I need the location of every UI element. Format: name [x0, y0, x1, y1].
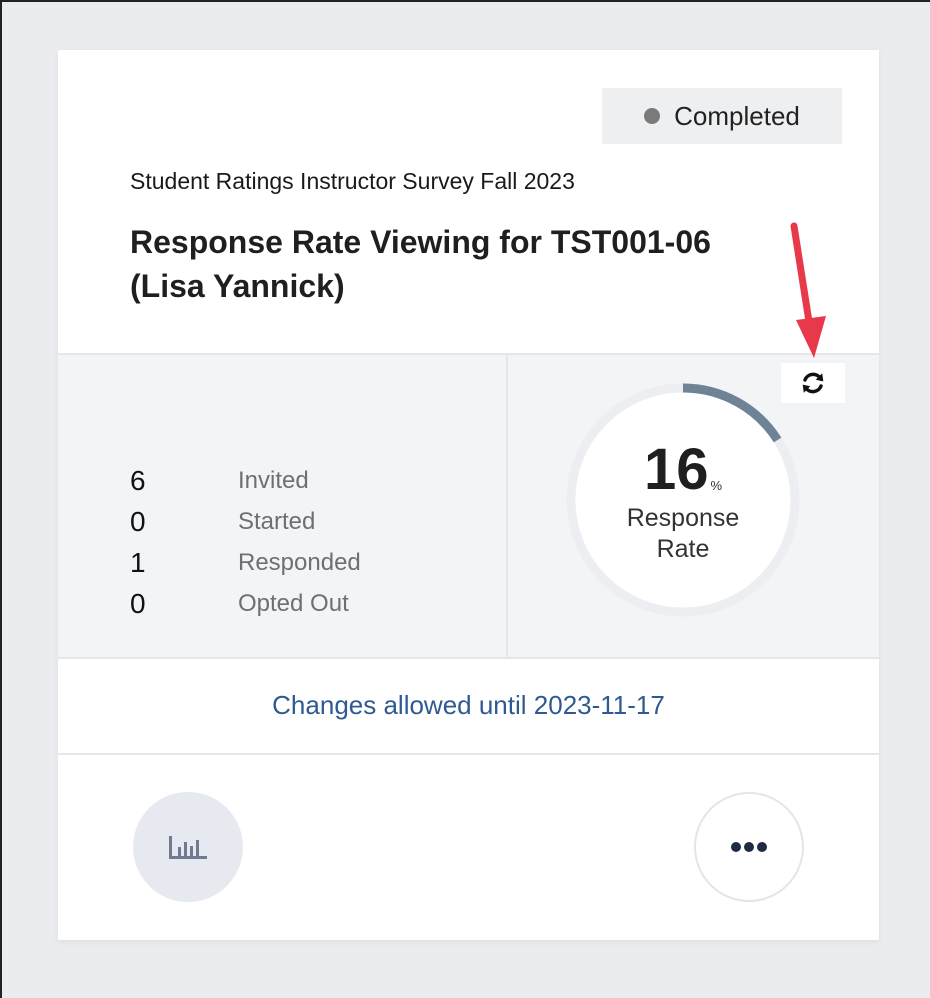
response-rate-number: 16: [643, 437, 709, 502]
stat-value: 0: [130, 506, 146, 537]
report-button[interactable]: [133, 792, 243, 902]
stats-panel: 6 Invited 0 Started 1 Responded 0 Opted …: [58, 353, 879, 659]
bar-chart-icon: [169, 836, 207, 859]
stat-responded: 1 Responded: [130, 543, 361, 583]
stat-value: 0: [130, 588, 146, 619]
gauge-center: 16 % Response Rate: [558, 375, 808, 625]
stat-invited: 6 Invited: [130, 461, 309, 501]
more-options-icon: [731, 842, 767, 852]
card-title: Response Rate Viewing for TST001-06 (Lis…: [130, 224, 711, 304]
response-rate-label: Response Rate: [626, 504, 740, 563]
refresh-button[interactable]: [781, 363, 845, 403]
response-rate-unit: %: [710, 478, 723, 493]
stat-value: 6: [130, 465, 146, 496]
stat-label: Invited: [238, 467, 309, 494]
changes-allowed-link[interactable]: Changes allowed until 2023-11-17: [58, 657, 879, 755]
stat-label: Started: [238, 508, 316, 535]
stat-opted-out: 0 Opted Out: [130, 584, 349, 624]
survey-name: Student Ratings Instructor Survey Fall 2…: [130, 168, 575, 194]
survey-card: Completed Student Ratings Instructor Sur…: [58, 50, 879, 940]
stats-divider: [506, 355, 508, 657]
stat-started: 0 Started: [130, 502, 315, 542]
status-label: Completed: [674, 100, 800, 131]
more-options-button[interactable]: [694, 792, 804, 902]
stat-label: Opted Out: [238, 590, 349, 617]
status-badge: Completed: [602, 88, 842, 144]
refresh-icon: [802, 372, 824, 394]
stat-label: Responded: [238, 549, 361, 576]
status-dot-icon: [644, 108, 661, 124]
red-arrow-icon: [790, 222, 826, 358]
response-rate-value: 16 %: [644, 441, 722, 499]
stat-value: 1: [130, 547, 146, 578]
